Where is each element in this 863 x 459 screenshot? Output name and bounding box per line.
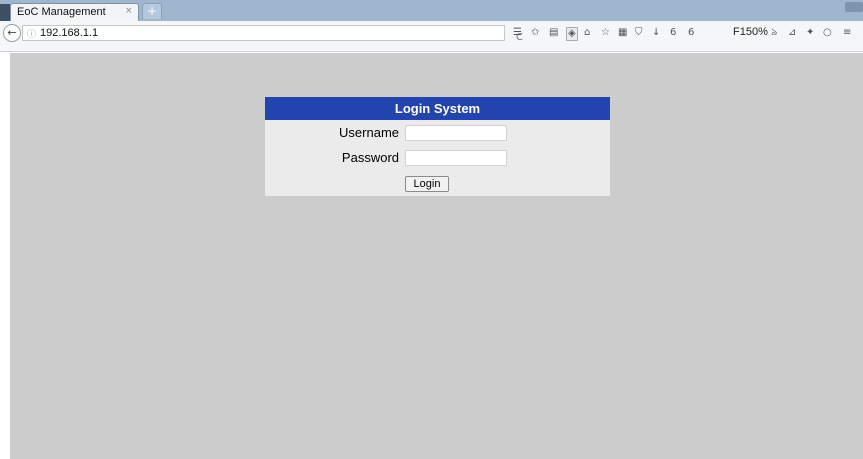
tab-bar: EoC Management × + (0, 0, 863, 21)
send-icon[interactable]: ⊿ (788, 27, 796, 39)
addon-6b-icon[interactable]: 6 (688, 27, 694, 39)
star-icon[interactable]: ☆ (601, 27, 610, 39)
zoom-level[interactable]: F150% (733, 26, 768, 38)
login-title: Login System (265, 97, 610, 120)
navigation-bar: ← ⓘ 192.168.1.1 C ☰ ✩ ▤ ◈ ⌂ ☆ ▦ ⛉ ↓ 6 6 ৯ ⊿ ✦ ○ ≡ F150% (0, 21, 863, 52)
tab-close-icon[interactable]: × (125, 6, 133, 16)
new-tab-button[interactable]: + (142, 3, 162, 19)
address-bar[interactable]: ⓘ 192.168.1.1 C (22, 25, 523, 43)
password-label: Password (341, 150, 399, 165)
rss-icon[interactable]: ৯ (771, 27, 778, 39)
back-button[interactable]: ← (3, 24, 21, 42)
pocket-icon[interactable]: ⛉ (635, 27, 643, 39)
address-text[interactable]: 192.168.1.1 (40, 26, 98, 40)
reader-view-icon[interactable]: ▤ (549, 27, 558, 39)
reading-list-icon[interactable]: ☰ (513, 27, 522, 39)
window-control-button[interactable] (845, 2, 863, 12)
username-label: Username (339, 125, 399, 140)
extension-icon[interactable]: ◈ (566, 27, 578, 41)
home-icon[interactable]: ⌂ (584, 27, 590, 39)
tab-bar-notch (0, 4, 10, 21)
tab-title: EoC Management (17, 6, 106, 18)
sync-icon[interactable]: ✦ (806, 27, 814, 39)
download-icon[interactable]: ↓ (652, 27, 660, 39)
login-panel: Login System Username Password Login (265, 97, 610, 196)
password-input[interactable] (405, 150, 507, 166)
menu-icon[interactable]: ≡ (843, 27, 851, 39)
login-button[interactable]: Login (405, 176, 449, 192)
page-content: Login System Username Password Login (10, 53, 863, 459)
tab-eoc-management[interactable]: EoC Management × (10, 3, 139, 21)
bookmark-star-icon[interactable]: ✩ (531, 27, 539, 39)
bookmarks-icon[interactable]: ▦ (618, 27, 627, 39)
site-info-icon[interactable]: ⓘ (27, 27, 36, 40)
addon-6-icon[interactable]: 6 (670, 27, 676, 39)
username-input[interactable] (405, 125, 507, 141)
search-circle-icon[interactable]: ○ (823, 27, 832, 39)
